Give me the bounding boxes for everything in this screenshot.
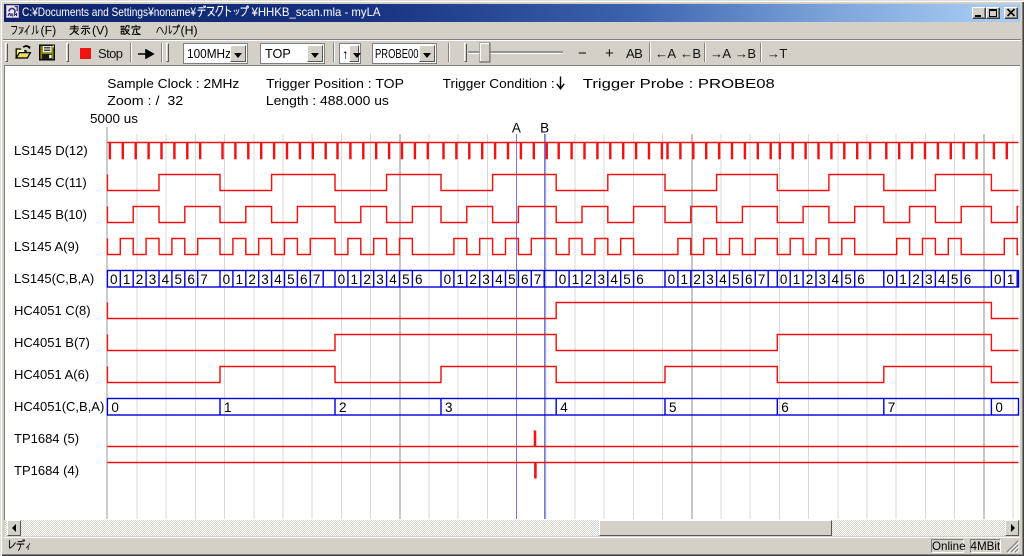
- svg-text:A: A: [512, 121, 521, 136]
- svg-text:7: 7: [888, 400, 896, 415]
- svg-text:2: 2: [469, 272, 477, 287]
- svg-text:3: 3: [445, 400, 453, 415]
- svg-text:4: 4: [938, 272, 946, 287]
- svg-text:6: 6: [857, 272, 865, 287]
- svg-text:2: 2: [339, 400, 347, 415]
- svg-text:6: 6: [300, 272, 308, 287]
- svg-text:6: 6: [187, 272, 195, 287]
- svg-text:5: 5: [287, 272, 295, 287]
- svg-text:6: 6: [415, 272, 423, 287]
- svg-text:2: 2: [136, 272, 144, 287]
- svg-text:4: 4: [389, 272, 397, 287]
- svg-text:3: 3: [376, 272, 384, 287]
- svg-text:1: 1: [793, 272, 801, 287]
- svg-text:5000 us: 5000 us: [90, 111, 139, 126]
- svg-text:3: 3: [261, 272, 269, 287]
- svg-text:3: 3: [482, 272, 490, 287]
- svg-text:1: 1: [681, 272, 689, 287]
- svg-text:2: 2: [912, 272, 920, 287]
- svg-text:1: 1: [123, 272, 131, 287]
- svg-text:6: 6: [636, 272, 644, 287]
- svg-text:0: 0: [338, 272, 346, 287]
- svg-text:5: 5: [402, 272, 410, 287]
- svg-text:0: 0: [110, 272, 118, 287]
- svg-text:3: 3: [706, 272, 714, 287]
- svg-text:6: 6: [964, 272, 972, 287]
- svg-text:3: 3: [149, 272, 157, 287]
- svg-text:6: 6: [781, 400, 789, 415]
- svg-text:1: 1: [899, 272, 907, 287]
- svg-text:2: 2: [363, 272, 371, 287]
- svg-text:0: 0: [886, 272, 894, 287]
- svg-text:2: 2: [248, 272, 256, 287]
- svg-text:0: 0: [559, 272, 567, 287]
- svg-text:0: 0: [994, 272, 1002, 287]
- svg-text:1: 1: [457, 272, 465, 287]
- svg-text:6: 6: [521, 272, 529, 287]
- svg-text:6: 6: [745, 272, 753, 287]
- svg-text:B: B: [540, 121, 549, 136]
- svg-text:5: 5: [951, 272, 959, 287]
- svg-text:3: 3: [598, 272, 606, 287]
- svg-text:Sample Clock : 2MHz: Sample Clock : 2MHz: [107, 76, 239, 91]
- svg-text:7: 7: [534, 272, 542, 287]
- svg-text:4: 4: [162, 272, 170, 287]
- svg-text:2: 2: [585, 272, 593, 287]
- svg-text:4: 4: [610, 272, 618, 287]
- svg-text:5: 5: [732, 272, 740, 287]
- svg-text:4: 4: [495, 272, 503, 287]
- svg-text:0: 0: [111, 400, 119, 415]
- svg-text:0: 0: [780, 272, 788, 287]
- svg-text:7: 7: [313, 272, 321, 287]
- svg-text:1: 1: [236, 272, 244, 287]
- svg-text:1: 1: [351, 272, 359, 287]
- svg-text:5: 5: [844, 272, 852, 287]
- svg-text:0: 0: [995, 400, 1003, 415]
- svg-text:Trigger Condition :: Trigger Condition :: [443, 76, 555, 91]
- svg-text:0: 0: [223, 272, 231, 287]
- svg-text:0: 0: [444, 272, 452, 287]
- svg-text:4: 4: [832, 272, 840, 287]
- svg-text:7: 7: [758, 272, 766, 287]
- svg-text:4: 4: [560, 400, 568, 415]
- svg-text:7: 7: [200, 272, 208, 287]
- svg-text:5: 5: [669, 400, 677, 415]
- svg-text:1: 1: [1007, 272, 1015, 287]
- svg-text:5: 5: [508, 272, 516, 287]
- svg-text:Trigger Position : TOP: Trigger Position : TOP: [266, 76, 404, 91]
- svg-text:4: 4: [274, 272, 282, 287]
- svg-text:5: 5: [175, 272, 183, 287]
- svg-text:3: 3: [925, 272, 933, 287]
- svg-text:3: 3: [819, 272, 827, 287]
- svg-text:Zoom : / 32: Zoom : / 32: [107, 93, 183, 108]
- svg-text:1: 1: [224, 400, 232, 415]
- svg-text:5: 5: [623, 272, 631, 287]
- svg-text:2: 2: [806, 272, 814, 287]
- svg-text:Length : 488.000 us: Length : 488.000 us: [266, 93, 390, 108]
- svg-text:1: 1: [572, 272, 580, 287]
- svg-text:0: 0: [668, 272, 676, 287]
- svg-text:Trigger Probe : PROBE08: Trigger Probe : PROBE08: [583, 76, 775, 91]
- svg-text:2: 2: [693, 272, 701, 287]
- svg-text:4: 4: [719, 272, 727, 287]
